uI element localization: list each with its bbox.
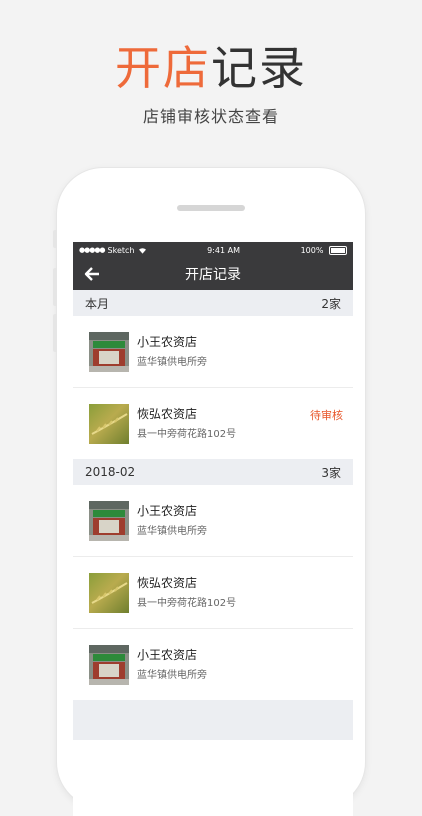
store-list: 小王农资店 蓝华镇供电所旁 恢弘农资店 县一中旁荷花路102号 待审核 [73,316,353,459]
store-name: 恢弘农资店 [137,407,198,421]
status-time: 9:41 AM [207,245,240,255]
signal-icon: ●●●●● [79,246,106,254]
phone-volume-down [53,314,57,352]
promo-subtitle: 店铺审核状态查看 [142,107,279,126]
section-title: 2018-02 [85,465,136,479]
storefront-photo [89,500,129,541]
pending-review-badge: 待审核 [310,409,343,422]
store-address: 县一中旁荷花路102号 [137,429,237,440]
store-list-item[interactable]: 小王农资店 蓝华镇供电所旁 [73,629,353,700]
promo-title-accent: 开店 [115,41,211,95]
store-address: 蓝华镇供电所旁 [137,357,207,368]
phone-speaker [177,205,245,211]
store-name: 小王农资店 [137,648,198,662]
list-footer [73,700,353,740]
store-list-item[interactable]: 恢弘农资店 县一中旁荷花路102号 待审核 [73,388,353,459]
store-list: 小王农资店 蓝华镇供电所旁 恢弘农资店 县一中旁荷花路102号 小王农资店 蓝华… [73,485,353,700]
section-title: 本月 [85,296,110,311]
wheat-photo [89,572,129,613]
store-address: 蓝华镇供电所旁 [137,670,207,681]
status-bar: ●●●●● Sketch 9:41 AM 100% [73,242,353,258]
store-list-item[interactable]: 小王农资店 蓝华镇供电所旁 [73,316,353,388]
section-count: 3家 [321,465,341,480]
battery-percent: 100% [300,245,324,255]
phone-frame: ●●●●● Sketch 9:41 AM 100% 开店记录 本月 2家 小王农… [53,168,365,816]
storefront-photo [89,331,129,372]
section-header: 本月 2家 [73,290,353,316]
store-address: 蓝华镇供电所旁 [137,526,207,537]
carrier-label: Sketch [107,245,135,255]
battery-icon [329,245,347,255]
store-name: 恢弘农资店 [137,576,198,590]
store-name: 小王农资店 [137,335,198,349]
wheat-photo [89,403,129,444]
store-name: 小王农资店 [137,504,198,518]
store-list-item[interactable]: 恢弘农资店 县一中旁荷花路102号 [73,557,353,629]
promo-title: 开店记录 [0,38,422,98]
storefront-photo [89,644,129,685]
phone-screen: ●●●●● Sketch 9:41 AM 100% 开店记录 本月 2家 小王农… [73,242,353,816]
nav-bar: 开店记录 [73,258,353,290]
phone-volume-up [53,268,57,306]
wifi-icon [138,247,146,254]
arrow-left-icon[interactable] [83,265,101,283]
store-address: 县一中旁荷花路102号 [137,598,237,609]
phone-mute-switch [53,230,57,248]
store-list-item[interactable]: 小王农资店 蓝华镇供电所旁 [73,485,353,557]
section-count: 2家 [321,296,341,311]
nav-title: 开店记录 [185,267,241,283]
promo-title-rest: 记录 [211,41,307,95]
section-header: 2018-02 3家 [73,459,353,485]
